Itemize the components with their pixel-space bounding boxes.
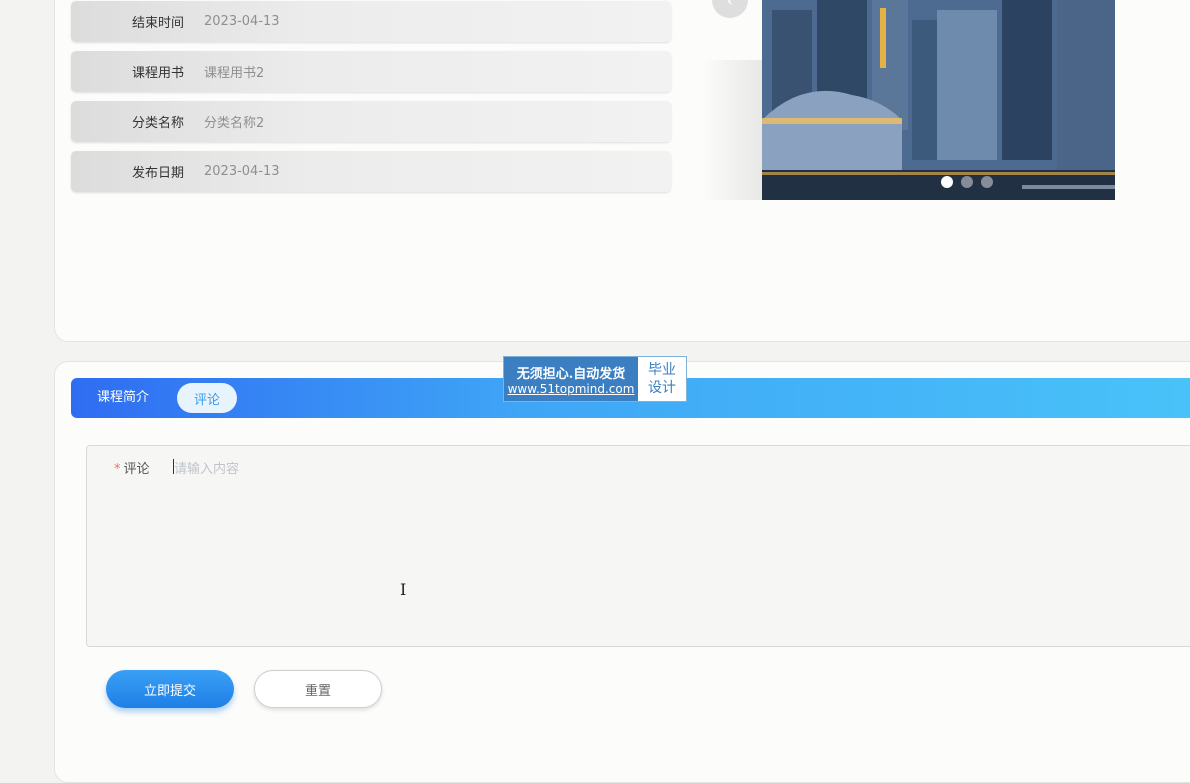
carousel-dot[interactable] bbox=[961, 176, 973, 188]
info-label: 结束时间 bbox=[131, 16, 184, 31]
info-label: 发布日期 bbox=[131, 166, 184, 181]
carousel-dot[interactable] bbox=[941, 176, 953, 188]
carousel-image[interactable] bbox=[762, 0, 1115, 200]
info-row-end-time: 结束时间 2023-04-13 bbox=[71, 1, 671, 42]
watermark-right-line2: 设计 bbox=[648, 380, 676, 396]
carousel-shadow bbox=[700, 60, 762, 200]
reset-button[interactable]: 重置 bbox=[254, 670, 382, 708]
comment-field-label: * 评论 bbox=[114, 458, 150, 477]
watermark-left: 无须担心.自动发货 www.51topmind.com bbox=[504, 357, 638, 401]
info-value: 2023-04-13 bbox=[204, 164, 280, 179]
info-row-publish-date: 发布日期 2023-04-13 bbox=[71, 151, 671, 192]
info-row-category: 分类名称 分类名称2 bbox=[71, 101, 671, 142]
watermark-slogan: 无须担心.自动发货 bbox=[516, 366, 626, 382]
comment-input[interactable] bbox=[172, 454, 1172, 634]
watermark-right-line1: 毕业 bbox=[648, 362, 676, 378]
tab-comment[interactable]: 评论 bbox=[177, 383, 237, 413]
watermark-url: www.51topmind.com bbox=[507, 381, 635, 396]
info-label: 课程用书 bbox=[131, 66, 184, 81]
city-skyline-image bbox=[762, 0, 1115, 200]
text-caret bbox=[173, 459, 174, 474]
info-label: 分类名称 bbox=[131, 116, 184, 131]
carousel-dot[interactable] bbox=[981, 176, 993, 188]
comment-label-text: 评论 bbox=[123, 462, 150, 477]
info-row-textbook: 课程用书 课程用书2 bbox=[71, 51, 671, 92]
submit-button[interactable]: 立即提交 bbox=[106, 670, 234, 708]
watermark-right: 毕业 设计 bbox=[638, 357, 686, 401]
watermark-badge: 无须担心.自动发货 www.51topmind.com 毕业 设计 bbox=[503, 356, 687, 402]
required-mark: * bbox=[114, 462, 121, 477]
info-value: 分类名称2 bbox=[204, 116, 265, 131]
carousel-indicators bbox=[941, 176, 993, 188]
chevron-left-icon: ‹ bbox=[726, 0, 734, 10]
info-value: 课程用书2 bbox=[204, 66, 265, 81]
tab-course-intro[interactable]: 课程简介 bbox=[97, 378, 149, 418]
info-value: 2023-04-13 bbox=[204, 14, 280, 29]
ibeam-cursor-icon: I bbox=[400, 580, 407, 599]
